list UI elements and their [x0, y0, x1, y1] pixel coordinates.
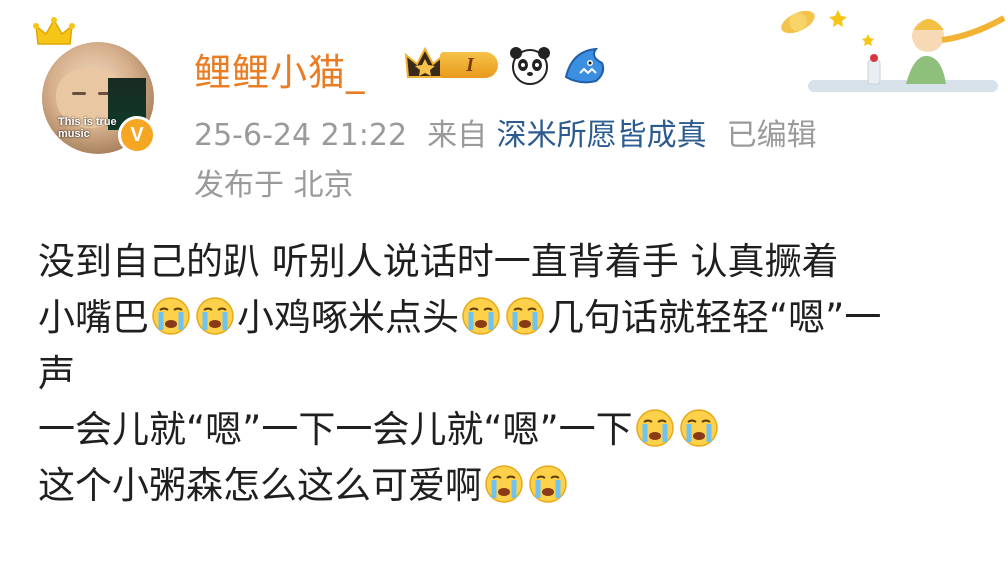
- from-prefix: 来自: [427, 118, 488, 153]
- body-text: 声: [38, 352, 75, 395]
- post-body: 没到自己的趴 听别人说话时一直背着手 认真撅着 小嘴巴 小鸡啄米点头 几句话就轻轻“…: [38, 234, 1008, 514]
- body-line: 没到自己的趴 听别人说话时一直背着手 认真撅着: [38, 234, 1008, 290]
- username[interactable]: 鲤鲤小猫_: [194, 42, 366, 96]
- crying-face-emoji: [529, 465, 567, 503]
- post-location: 发布于 北京: [194, 168, 354, 203]
- body-text: 没到自己的趴 听别人说话时一直背着手 认真撅着: [38, 240, 839, 283]
- user-badges: I: [404, 40, 608, 90]
- avatar-caption: This is true music: [58, 116, 117, 140]
- body-text: 一会儿就“嗯”一下一会儿就“嗯”一下: [38, 408, 633, 451]
- post-time: 25-6-24 21:22: [194, 118, 408, 153]
- body-line: 声: [38, 346, 1008, 402]
- shark-icon: [564, 47, 605, 84]
- crying-face-emoji: [679, 409, 718, 447]
- body-text: 几句话就轻轻“嗯”一: [547, 296, 882, 339]
- crying-face-emoji: [196, 297, 234, 335]
- edited-label[interactable]: 已编辑: [727, 118, 817, 153]
- source-link[interactable]: 深米所愿皆成真: [497, 118, 707, 153]
- body-text: 这个小粥森怎么这么可爱啊: [38, 464, 482, 507]
- weibo-post: This is true music V 鲤鲤小猫_ I 25-6-24 21:…: [0, 0, 1008, 564]
- panda-icon: [510, 47, 550, 85]
- body-line: 一会儿就“嗯”一下一会儿就“嗯”一下: [38, 402, 1008, 458]
- decoration-little-prince-icon: [781, 10, 1006, 92]
- crown-icon: [33, 17, 75, 45]
- post-meta: 25-6-24 21:22 来自 深米所愿皆成真 已编辑: [194, 110, 817, 154]
- verified-badge-icon: V: [118, 116, 156, 154]
- body-text: 小嘴巴: [38, 296, 149, 339]
- crying-face-emoji: [635, 409, 674, 447]
- avatar-caption-line2: music: [58, 128, 90, 140]
- avatar-caption-line1: This is true: [58, 116, 117, 128]
- body-line: 小嘴巴 小鸡啄米点头 几句话就轻轻“嗯”一: [38, 290, 1008, 346]
- level-badge[interactable]: I: [404, 46, 498, 82]
- crying-face-emoji: [506, 297, 544, 335]
- body-line: 这个小粥森怎么这么可爱啊: [38, 458, 1008, 514]
- avatar-cat-eye: [72, 92, 86, 95]
- crying-face-emoji: [485, 465, 523, 503]
- crying-face-emoji: [152, 297, 190, 335]
- body-text: 小鸡啄米点头: [237, 296, 459, 339]
- level-number: I: [440, 52, 498, 78]
- crying-face-emoji: [462, 297, 500, 335]
